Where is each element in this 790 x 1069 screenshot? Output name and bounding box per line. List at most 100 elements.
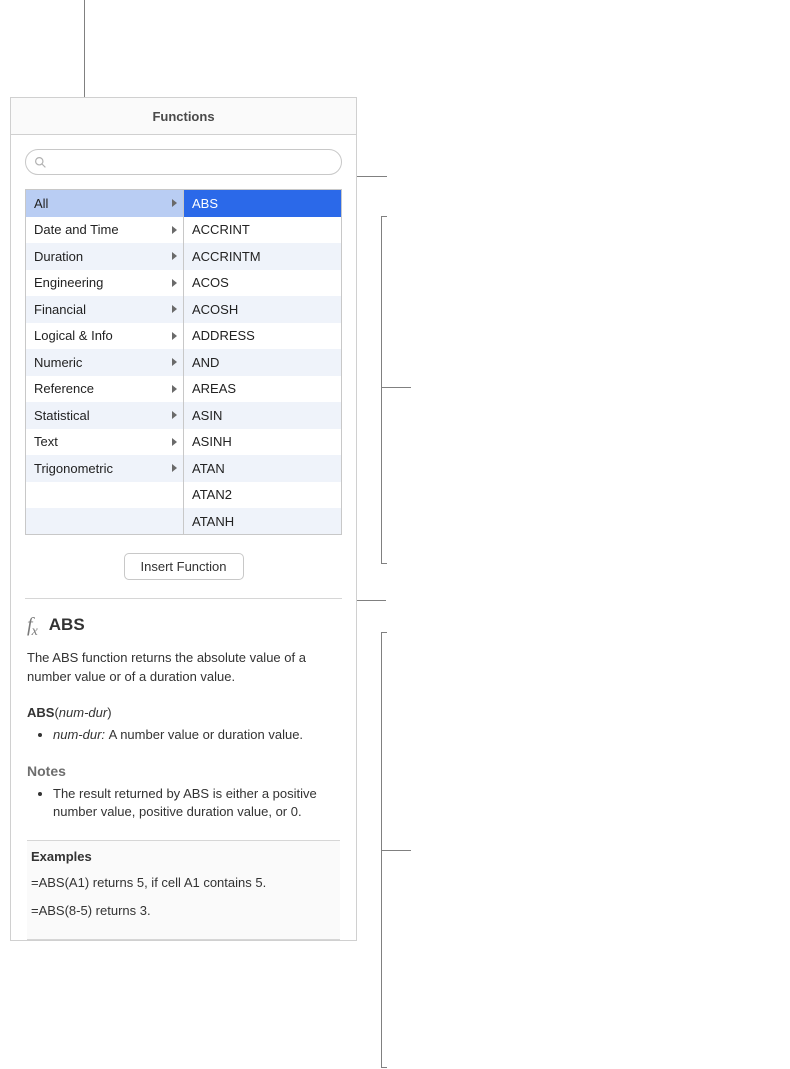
function-label: AREAS	[192, 381, 335, 396]
function-row[interactable]: ATAN2	[184, 482, 341, 509]
category-row[interactable]: Trigonometric	[26, 455, 183, 482]
search-field[interactable]	[25, 149, 342, 175]
insert-container: Insert Function	[11, 535, 356, 598]
chevron-right-icon	[172, 411, 177, 419]
category-label: Trigonometric	[34, 461, 168, 476]
function-label: ATANH	[192, 514, 335, 529]
category-label: Duration	[34, 249, 168, 264]
function-row[interactable]: ABS	[184, 190, 341, 217]
function-row[interactable]: AREAS	[184, 376, 341, 403]
function-column: ABS ACCRINT ACCRINTM ACOS ACOSH ADDRESS AND ARE…	[184, 190, 341, 534]
category-row[interactable]: Logical & Info	[26, 323, 183, 350]
function-row[interactable]: ATANH	[184, 508, 341, 534]
example-line: =ABS(A1) returns 5, if cell A1 contains …	[31, 874, 336, 892]
functions-panel: Functions All Date and Time Duration Engine…	[10, 97, 357, 941]
chevron-right-icon	[172, 332, 177, 340]
category-row[interactable]: Reference	[26, 376, 183, 403]
function-detail: fx ABS The ABS function returns the abso…	[11, 615, 356, 940]
arg-name: num-dur:	[53, 727, 109, 742]
category-label: Financial	[34, 302, 168, 317]
category-label: Statistical	[34, 408, 168, 423]
examples-heading: Examples	[31, 849, 336, 864]
function-label: ATAN	[192, 461, 335, 476]
search-container	[11, 135, 356, 185]
syntax-line: ABS(num-dur)	[27, 705, 340, 720]
examples-box: Examples =ABS(A1) returns 5, if cell A1 …	[27, 840, 340, 939]
category-row[interactable]: Statistical	[26, 402, 183, 429]
chevron-right-icon	[172, 438, 177, 446]
function-label: ACOSH	[192, 302, 335, 317]
category-row-empty	[26, 508, 183, 534]
function-row[interactable]: ACCRINT	[184, 217, 341, 244]
function-label: AND	[192, 355, 335, 370]
chevron-right-icon	[172, 226, 177, 234]
chevron-right-icon	[172, 305, 177, 313]
category-label: Logical & Info	[34, 328, 168, 343]
function-row[interactable]: ACOS	[184, 270, 341, 297]
function-label: ATAN2	[192, 487, 335, 502]
notes-list: The result returned by ABS is either a p…	[27, 785, 340, 823]
note-item: The result returned by ABS is either a p…	[53, 785, 340, 823]
function-row[interactable]: AND	[184, 349, 341, 376]
function-label: ASIN	[192, 408, 335, 423]
function-label: ACCRINT	[192, 222, 335, 237]
chevron-right-icon	[172, 385, 177, 393]
notes-heading: Notes	[27, 763, 340, 779]
category-row-empty	[26, 482, 183, 509]
function-label: ADDRESS	[192, 328, 335, 343]
category-label: All	[34, 196, 168, 211]
category-label: Date and Time	[34, 222, 168, 237]
category-label: Text	[34, 434, 168, 449]
function-row[interactable]: ASIN	[184, 402, 341, 429]
category-row[interactable]: Duration	[26, 243, 183, 270]
function-row[interactable]: ACCRINTM	[184, 243, 341, 270]
callout-leader	[381, 216, 387, 217]
panel-title: Functions	[11, 98, 356, 135]
function-label: ASINH	[192, 434, 335, 449]
chevron-right-icon	[172, 358, 177, 366]
insert-function-button[interactable]: Insert Function	[124, 553, 244, 580]
callout-leader	[381, 216, 382, 564]
category-label: Engineering	[34, 275, 168, 290]
callout-leader	[381, 632, 387, 633]
category-column: All Date and Time Duration Engineering Finan…	[26, 190, 184, 534]
callout-leader	[381, 1067, 387, 1068]
detail-description: The ABS function returns the absolute va…	[27, 649, 340, 687]
function-row[interactable]: ASINH	[184, 429, 341, 456]
function-label: ACOS	[192, 275, 335, 290]
function-label: ABS	[192, 196, 335, 211]
divider	[25, 598, 342, 599]
category-row[interactable]: Financial	[26, 296, 183, 323]
search-input[interactable]	[51, 155, 333, 170]
function-label: ACCRINTM	[192, 249, 335, 264]
search-icon	[34, 156, 47, 169]
category-row[interactable]: All	[26, 190, 183, 217]
category-label: Reference	[34, 381, 168, 396]
function-row[interactable]: ADDRESS	[184, 323, 341, 350]
syntax-fn: ABS	[27, 705, 54, 720]
detail-title-row: fx ABS	[27, 615, 340, 635]
chevron-right-icon	[172, 279, 177, 287]
syntax-args: num-dur	[59, 705, 107, 720]
callout-leader	[381, 387, 411, 388]
category-row[interactable]: Text	[26, 429, 183, 456]
chevron-right-icon	[172, 252, 177, 260]
callout-leader	[381, 563, 387, 564]
function-browser: All Date and Time Duration Engineering Finan…	[25, 189, 342, 535]
function-row[interactable]: ATAN	[184, 455, 341, 482]
arg-desc: A number value or duration value.	[109, 727, 303, 742]
function-row[interactable]: ACOSH	[184, 296, 341, 323]
args-list: num-dur: A number value or duration valu…	[27, 726, 340, 745]
fx-icon: fx	[27, 615, 39, 635]
chevron-right-icon	[172, 199, 177, 207]
category-row[interactable]: Date and Time	[26, 217, 183, 244]
example-line: =ABS(8-5) returns 3.	[31, 902, 336, 920]
category-label: Numeric	[34, 355, 168, 370]
callout-leader	[381, 850, 411, 851]
detail-title: ABS	[49, 615, 85, 635]
panel-title-text: Functions	[152, 109, 214, 124]
chevron-right-icon	[172, 464, 177, 472]
category-row[interactable]: Numeric	[26, 349, 183, 376]
arg-item: num-dur: A number value or duration valu…	[53, 726, 340, 745]
category-row[interactable]: Engineering	[26, 270, 183, 297]
